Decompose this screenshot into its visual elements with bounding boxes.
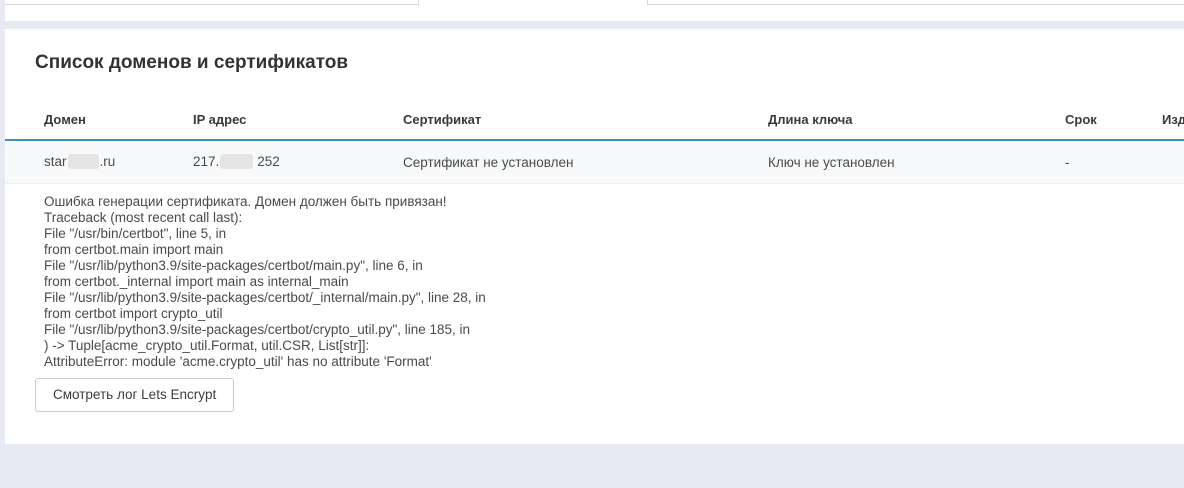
error-log-line: from certbot import crypto_util xyxy=(44,306,1184,322)
column-header-issuer: Изд xyxy=(1153,112,1184,127)
tab-active-partial[interactable] xyxy=(418,0,647,5)
error-log-line: File "/usr/bin/certbot", line 5, in xyxy=(44,226,1184,242)
error-log-line: from certbot.main import main xyxy=(44,242,1184,258)
table-header-row: Домен IP адрес Сертификат Длина ключа Ср… xyxy=(5,112,1184,141)
error-log-line: Traceback (most recent call last): xyxy=(44,210,1184,226)
certificate-error-log: Ошибка генерации сертификата. Домен долж… xyxy=(44,194,1184,370)
error-log-line: File "/usr/lib/python3.9/site-packages/c… xyxy=(44,258,1184,274)
domain-suffix: .ru xyxy=(100,154,116,169)
error-log-line: File "/usr/lib/python3.9/site-packages/c… xyxy=(44,322,1184,338)
tab-bar xyxy=(5,0,1184,21)
column-header-certificate: Сертификат xyxy=(394,112,759,127)
domains-table: Домен IP адрес Сертификат Длина ключа Ср… xyxy=(5,112,1184,184)
error-log-line: ) -> Tuple[acme_crypto_util.Format, util… xyxy=(44,338,1184,354)
column-header-key-length: Длина ключа xyxy=(759,112,1056,127)
tab-partial-left[interactable] xyxy=(5,0,418,5)
domains-panel: Список доменов и сертификатов Домен IP а… xyxy=(5,29,1184,444)
key-length-cell: Ключ не установлен xyxy=(759,155,1056,170)
error-log-line: File "/usr/lib/python3.9/site-packages/c… xyxy=(44,290,1184,306)
domain-cell: star .ru xyxy=(35,154,184,171)
column-header-validity: Срок xyxy=(1056,112,1153,127)
domain-prefix: star xyxy=(44,154,67,169)
ip-prefix: 217. xyxy=(193,154,219,169)
page-title: Список доменов и сертификатов xyxy=(35,51,1184,74)
table-row[interactable]: star .ru 217. 252 Сертификат не установлен… xyxy=(5,141,1184,184)
error-log-line: AttributeError: module 'acme.crypto_util… xyxy=(44,354,1184,370)
validity-cell: - xyxy=(1056,155,1153,170)
column-header-ip: IP адрес xyxy=(184,112,394,127)
error-log-line: from certbot._internal import main as in… xyxy=(44,274,1184,290)
tab-partial-right[interactable] xyxy=(647,0,1184,5)
error-log-line: Ошибка генерации сертификата. Домен долж… xyxy=(44,194,1184,210)
certificate-cell: Сертификат не установлен xyxy=(394,155,759,170)
column-header-domain: Домен xyxy=(35,112,184,127)
ip-cell: 217. 252 xyxy=(184,154,394,171)
redacted-domain-block xyxy=(68,154,99,169)
redacted-ip-block xyxy=(220,154,253,169)
view-letsencrypt-log-button[interactable]: Смотреть лог Lets Encrypt xyxy=(35,378,234,412)
ip-suffix: 252 xyxy=(257,154,280,169)
